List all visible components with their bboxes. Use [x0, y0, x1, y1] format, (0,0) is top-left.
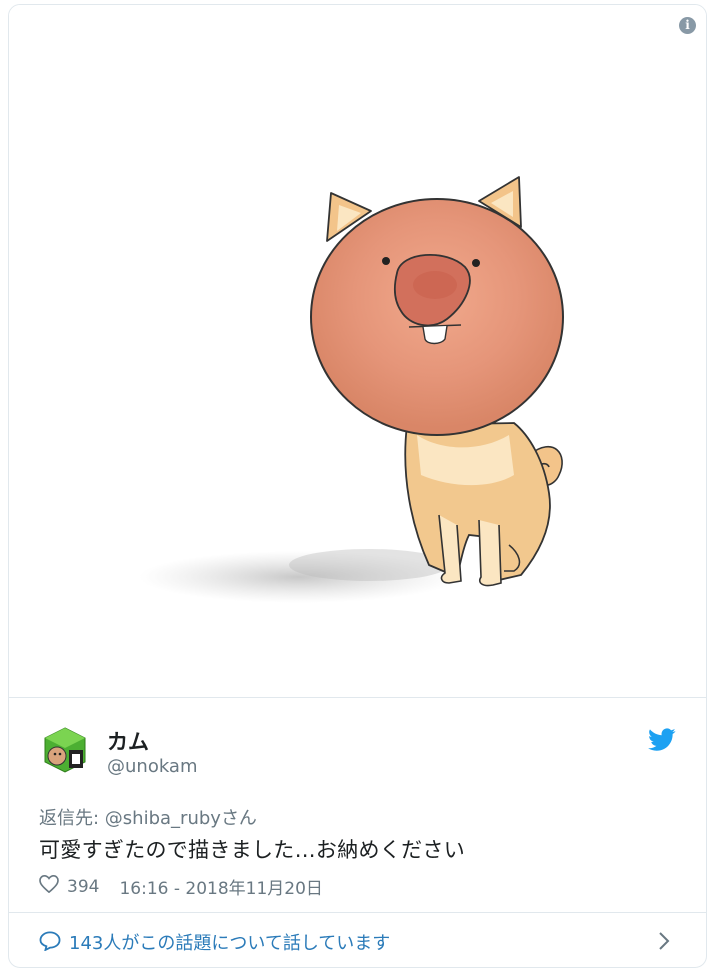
reply-prefix: 返信先: — [39, 808, 105, 829]
twitter-bird-icon[interactable] — [648, 728, 676, 756]
tweet-body: カム @unokam 返信先: @shiba_rubyさん 可愛すぎたので描きま… — [9, 698, 706, 912]
comment-icon — [39, 931, 61, 955]
tweet-meta: 394 16:16 - 2018年11月20日 — [39, 874, 323, 899]
tweet-timestamp[interactable]: 16:16 - 2018年11月20日 — [119, 874, 322, 899]
like-count[interactable]: 394 — [67, 877, 99, 897]
tweet-image[interactable]: i — [9, 5, 706, 698]
conversation-link[interactable]: 143人がこの話題について話しています — [69, 929, 390, 955]
reply-mention[interactable]: @shiba_ruby — [105, 808, 221, 829]
reply-to: 返信先: @shiba_rubyさん — [39, 804, 257, 830]
author-handle[interactable]: @unokam — [107, 756, 198, 777]
dog-illustration — [139, 176, 564, 603]
tweet-text: 可愛すぎたので描きました…お納めください — [39, 838, 465, 862]
info-icon[interactable]: i — [679, 17, 696, 34]
tweet-embed-card: i カム @unokam 返信先: @shiba_rubyさん 可愛すぎたので描… — [8, 4, 707, 968]
chevron-right-icon[interactable] — [658, 931, 670, 955]
conversation-footer[interactable]: 143人がこの話題について話しています — [9, 912, 706, 967]
author-name[interactable]: カム — [107, 726, 149, 756]
reply-suffix: さん — [220, 808, 257, 829]
heart-icon[interactable] — [39, 874, 59, 898]
avatar[interactable] — [39, 724, 91, 776]
